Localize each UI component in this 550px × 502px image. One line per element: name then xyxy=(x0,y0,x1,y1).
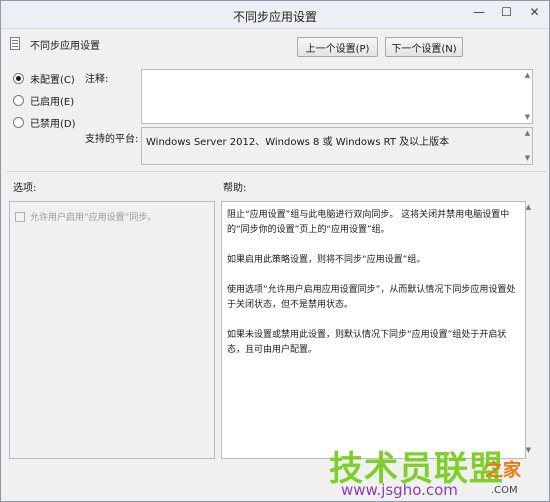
previous-setting-button[interactable]: 上一个设置(P) xyxy=(297,37,378,57)
policy-header: 不同步应用设置 xyxy=(9,35,100,53)
supported-platform-field: Windows Server 2012、Windows 8 或 Windows … xyxy=(141,127,533,165)
options-panel: 允许用户启用“应用设置”同步。 xyxy=(9,201,215,459)
help-paragraph: 使用选项“允许用户启用应用设置同步”，从而默认情况下同步应用设置处于关闭状态，但… xyxy=(227,285,516,310)
help-paragraph: 如果未设置或禁用此设置，则默认情况下同步“应用设置”组处于开启状态，且可由用户配… xyxy=(227,330,507,355)
help-paragraph: 阻止“应用设置”组与此电脑进行双向同步。 这将关闭并禁用电脑设置中的“同步你的设… xyxy=(227,210,510,235)
help-text-panel: 阻止“应用设置”组与此电脑进行双向同步。 这将关闭并禁用电脑设置中的“同步你的设… xyxy=(221,201,526,459)
comment-field[interactable] xyxy=(141,69,533,124)
help-scroll-up-icon[interactable]: ▲ xyxy=(524,203,533,212)
watermark-side-text: 之家 xyxy=(485,460,521,481)
section-divider xyxy=(6,171,546,172)
comment-scroll-down-icon[interactable]: ▼ xyxy=(523,113,532,122)
checkbox-disabled xyxy=(15,211,25,222)
maximize-button[interactable]: ☐ xyxy=(493,1,520,22)
radio-button[interactable] xyxy=(13,95,24,106)
platform-scroll-up-icon[interactable]: ▲ xyxy=(523,129,532,138)
supported-on-label: 支持的平台: xyxy=(85,134,139,145)
radio-disabled[interactable]: 已禁用(D) xyxy=(13,115,76,130)
help-paragraph: 如果启用此策略设置，则将不同步“应用设置”组。 xyxy=(227,255,426,265)
watermark-logo: 技术员联盟 之家 www.jsgho.com .COM xyxy=(321,441,550,502)
dialog-window: 不同步应用设置 — ☐ ✕ 不同步应用设置 上一个设置(P) 下一个设置(N) … xyxy=(0,0,550,502)
policy-icon xyxy=(9,37,23,51)
options-label: 选项: xyxy=(13,183,37,194)
policy-name: 不同步应用设置 xyxy=(30,40,100,52)
minimize-button[interactable]: — xyxy=(465,1,493,22)
next-setting-button[interactable]: 下一个设置(N) xyxy=(385,37,463,57)
comment-scroll-up-icon[interactable]: ▲ xyxy=(523,71,532,80)
radio-button-checked[interactable] xyxy=(13,73,24,84)
watermark-suffix: .COM xyxy=(491,485,518,496)
help-label: 帮助: xyxy=(223,183,247,194)
radio-label: 未配置(C) xyxy=(30,75,75,86)
radio-button[interactable] xyxy=(13,117,24,128)
watermark-url: www.jsgho.com xyxy=(341,481,458,499)
title-bar[interactable]: 不同步应用设置 — ☐ ✕ xyxy=(1,1,549,29)
radio-enabled[interactable]: 已启用(E) xyxy=(13,93,74,108)
radio-not-configured[interactable]: 未配置(C) xyxy=(13,71,75,86)
comment-label: 注释: xyxy=(85,74,109,85)
radio-label: 已启用(E) xyxy=(30,97,75,108)
close-button[interactable]: ✕ xyxy=(520,1,549,22)
checkbox-label: 允许用户启用“应用设置”同步。 xyxy=(30,213,157,223)
radio-label: 已禁用(D) xyxy=(30,119,76,130)
platform-scroll-down-icon[interactable]: ▼ xyxy=(523,154,532,163)
allow-app-settings-sync-option: 允许用户启用“应用设置”同步。 xyxy=(15,210,156,223)
